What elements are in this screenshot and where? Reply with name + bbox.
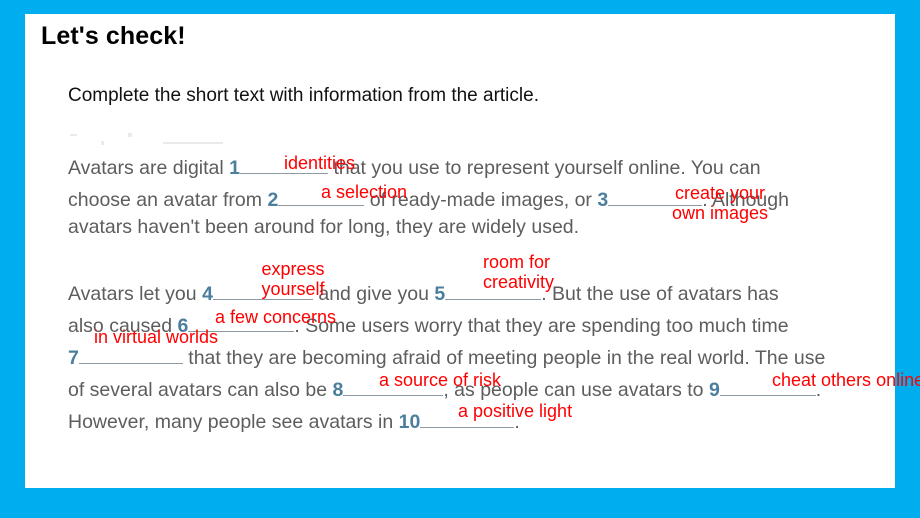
answer-text-4-line2: yourself (261, 279, 325, 300)
blank-number-2: 2 (267, 189, 279, 211)
answer-text-4-line1: express (261, 259, 325, 279)
scan-artifact (128, 133, 132, 137)
answer-text-2: a selection (321, 182, 408, 202)
blank-number-1: 1 (229, 157, 241, 179)
answer-text-3-line2: own images (671, 203, 769, 224)
answer-text-1: identities (284, 153, 356, 173)
line5-text-b: . Some users worry that they are spendin… (294, 315, 789, 337)
line7-text-a: of several avatars can also be (68, 379, 328, 401)
scan-artifact (101, 141, 104, 145)
passage-line-6: 7 that they are becoming afraid of meeti… (68, 344, 825, 369)
answer-text-7: in virtual worlds (94, 327, 219, 347)
line4-text-a: Avatars let you (68, 283, 197, 305)
passage-line-4: Avatars let you 4 and give you 5. But th… (68, 280, 779, 305)
blank-number-7: 7 (68, 347, 79, 369)
line1-text-b: that you use to represent yourself onlin… (333, 157, 761, 179)
line1-text-a: Avatars are digital (68, 157, 224, 179)
blank-number-5: 5 (434, 283, 446, 305)
line8-text-a: However, many people see avatars in (68, 411, 394, 433)
passage-line-3: avatars haven't been around for long, th… (68, 216, 580, 238)
scan-artifact (70, 134, 77, 136)
scan-artifact (163, 142, 223, 144)
line3-text: avatars haven't been around for long, th… (68, 216, 580, 238)
line6-text-b: that they are becoming afraid of meeting… (188, 347, 826, 369)
passage-line-8: However, many people see avatars in 10. (68, 408, 520, 433)
answer-text-8: a source of risk (379, 370, 502, 390)
answer-text-10: a positive light (458, 401, 573, 421)
blank-number-8: 8 (332, 379, 344, 401)
answer-text-9: cheat others online (772, 370, 920, 390)
line2-text-a: choose an avatar from (68, 189, 263, 211)
slide-canvas: Let's check! Complete the short text wit… (0, 0, 920, 518)
answer-text-4: express yourself (240, 259, 346, 299)
answer-text-5: room for creativity (483, 252, 603, 292)
answer-text-6: a few concerns (215, 307, 337, 327)
answer-text-5-line1: room for (483, 252, 551, 272)
answer-text-5-line2: creativity (483, 272, 555, 293)
answer-text-3: create your own images (665, 183, 775, 223)
blank-number-9: 9 (708, 379, 720, 401)
instruction-text: Complete the short text with information… (68, 85, 539, 106)
answer-text-3-line1: create your (674, 183, 766, 203)
scanned-passage: Avatars are digital 1 that you use to re… (68, 132, 920, 462)
passage-line-1: Avatars are digital 1 that you use to re… (68, 154, 761, 179)
blank-number-4: 4 (202, 283, 213, 305)
page-title: Let's check! (41, 22, 186, 50)
blank-number-10: 10 (398, 411, 421, 433)
slide-content-panel: Let's check! Complete the short text wit… (25, 14, 920, 488)
blank-number-3: 3 (597, 189, 609, 211)
